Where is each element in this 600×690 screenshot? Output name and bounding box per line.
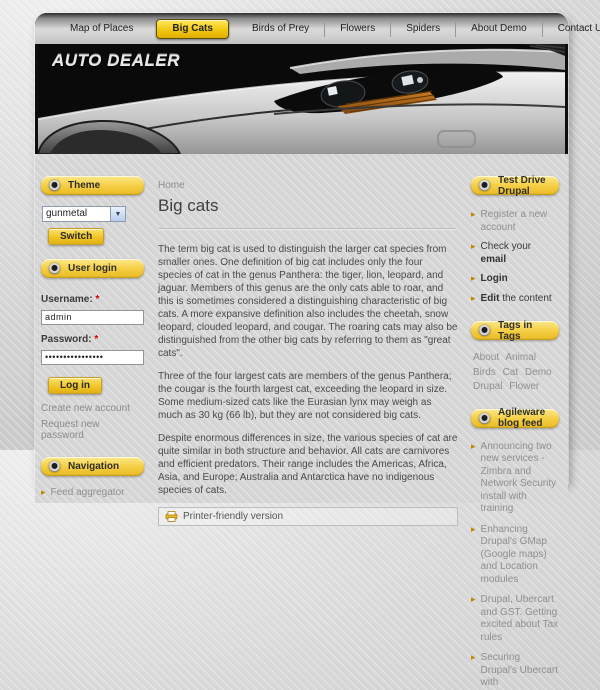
navigation-block-header: Navigation [41, 457, 144, 476]
tag-cloud: About Animal Birds Cat Demo Drupal Flowe… [473, 351, 559, 395]
password-input[interactable] [41, 350, 144, 365]
blog-feed-item[interactable]: ▸ Announcing two new services - Zimbra a… [471, 441, 559, 516]
arrow-bullet-icon: ▸ [471, 594, 476, 644]
edit-content-link[interactable]: ▸ Edit the content [471, 293, 559, 306]
page-title: Big cats [158, 196, 458, 216]
article-paragraph: Despite enormous differences in size, th… [158, 432, 458, 497]
tags-block-header: Tags in Tags [471, 321, 559, 340]
login-link[interactable]: ▸ Login [471, 273, 559, 286]
main-content: Home Big cats The term big cat is used t… [149, 164, 470, 503]
tag-link[interactable]: About [473, 352, 499, 363]
select-arrow-icon[interactable]: ▼ [110, 207, 125, 221]
feed-aggregator-label: Feed aggregator [51, 487, 125, 500]
password-label-text: Password: [41, 334, 92, 345]
tag-link[interactable]: Birds [473, 367, 496, 378]
blog-feed-item-label: Announcing two new services - Zimbra and… [481, 441, 559, 516]
tag-link[interactable]: Drupal [473, 381, 502, 392]
block-bullet-icon [479, 325, 490, 336]
username-label-text: Username: [41, 294, 93, 305]
theme-select[interactable]: gunmetal ▼ [42, 206, 126, 222]
blog-feed-item[interactable]: ▸ Enhancing Drupal's GMap (Google maps) … [471, 524, 559, 587]
article-paragraph: Three of the four largest cats are membe… [158, 370, 458, 422]
printer-icon [165, 511, 178, 522]
block-bullet-icon [49, 263, 60, 274]
arrow-bullet-icon: ▸ [41, 487, 46, 500]
theme-block-title: Theme [68, 180, 100, 191]
blog-feed-item-label: Securing Drupal's Ubercart with [481, 652, 559, 690]
main-navigation: Map of Places Big Cats Birds of Prey Flo… [35, 13, 568, 44]
nav-item-flowers[interactable]: Flowers [325, 21, 391, 37]
printer-friendly-label: Printer-friendly version [183, 511, 283, 522]
tags-block-title: Tags in Tags [498, 320, 551, 342]
printer-friendly-link[interactable]: Printer-friendly version [158, 507, 458, 526]
nav-item-about-demo[interactable]: About Demo [456, 21, 543, 37]
test-drive-block-header: Test Drive Drupal [471, 176, 559, 195]
arrow-bullet-icon: ▸ [471, 241, 476, 266]
nav-item-contact-us[interactable]: Contact Us [543, 21, 600, 37]
blog-feed-block-title: Agileware blog feed [498, 407, 551, 429]
user-login-block-header: User login [41, 259, 144, 278]
tag-link[interactable]: Cat [503, 367, 519, 378]
article-paragraph: The term big cat is used to distinguish … [158, 243, 458, 360]
blog-feed-item[interactable]: ▸ Drupal, Ubercart and GST. Getting exci… [471, 594, 559, 644]
blog-feed-block-header: Agileware blog feed [471, 409, 559, 428]
header-banner: AUTO DEALER [38, 44, 565, 154]
username-label: Username: * [41, 294, 144, 305]
theme-block-header: Theme [41, 176, 144, 195]
navigation-block-title: Navigation [68, 461, 119, 472]
tag-link[interactable]: Flower [509, 381, 539, 392]
site-logo[interactable]: AUTO DEALER [52, 51, 180, 71]
register-account-link[interactable]: ▸ Register a new account [471, 209, 559, 234]
check-email-label: Check your email [481, 241, 559, 266]
site-container: Map of Places Big Cats Birds of Prey Flo… [35, 13, 568, 483]
tag-link[interactable]: Demo [525, 367, 552, 378]
content-area: Theme gunmetal ▼ Switch User login Usern… [35, 154, 568, 503]
password-label: Password: * [41, 334, 144, 345]
create-new-account-link[interactable]: Create new account [41, 403, 144, 414]
theme-select-value: gunmetal [43, 207, 110, 221]
nav-item-birds-of-prey[interactable]: Birds of Prey [237, 21, 325, 37]
tag-link[interactable]: Animal [505, 352, 536, 363]
switch-button[interactable]: Switch [48, 228, 104, 245]
username-input[interactable] [41, 310, 144, 325]
register-account-label: Register a new account [481, 209, 559, 234]
right-sidebar: Test Drive Drupal ▸ Register a new accou… [470, 164, 565, 503]
login-label: Login [481, 273, 508, 286]
arrow-bullet-icon: ▸ [471, 652, 476, 690]
log-in-button[interactable]: Log in [48, 377, 102, 394]
nav-item-spiders[interactable]: Spiders [391, 21, 456, 37]
test-drive-block-title: Test Drive Drupal [498, 175, 551, 197]
user-login-block-title: User login [68, 263, 117, 274]
left-sidebar: Theme gunmetal ▼ Switch User login Usern… [38, 164, 149, 503]
breadcrumb-home-link[interactable]: Home [158, 180, 185, 191]
nav-item-big-cats[interactable]: Big Cats [156, 19, 229, 39]
request-new-password-link[interactable]: Request new password [41, 419, 144, 441]
nav-item-map-of-places[interactable]: Map of Places [55, 21, 148, 37]
arrow-bullet-icon: ▸ [471, 293, 476, 306]
blog-feed-item-label: Drupal, Ubercart and GST. Getting excite… [481, 594, 559, 644]
title-separator [158, 228, 456, 230]
block-bullet-icon [479, 180, 490, 191]
blog-feed-item-label: Enhancing Drupal's GMap (Google maps) an… [481, 524, 559, 587]
block-bullet-icon [49, 461, 60, 472]
block-bullet-icon [49, 180, 60, 191]
feed-aggregator-link[interactable]: ▸ Feed aggregator [41, 487, 144, 500]
required-marker: * [95, 294, 99, 305]
check-email-link[interactable]: ▸ Check your email [471, 241, 559, 266]
required-marker: * [94, 334, 98, 345]
arrow-bullet-icon: ▸ [471, 209, 476, 234]
block-bullet-icon [479, 413, 490, 424]
edit-content-label: Edit the content [481, 293, 552, 306]
arrow-bullet-icon: ▸ [471, 524, 476, 587]
arrow-bullet-icon: ▸ [471, 441, 476, 516]
blog-feed-item[interactable]: ▸ Securing Drupal's Ubercart with [471, 652, 559, 690]
arrow-bullet-icon: ▸ [471, 273, 476, 286]
